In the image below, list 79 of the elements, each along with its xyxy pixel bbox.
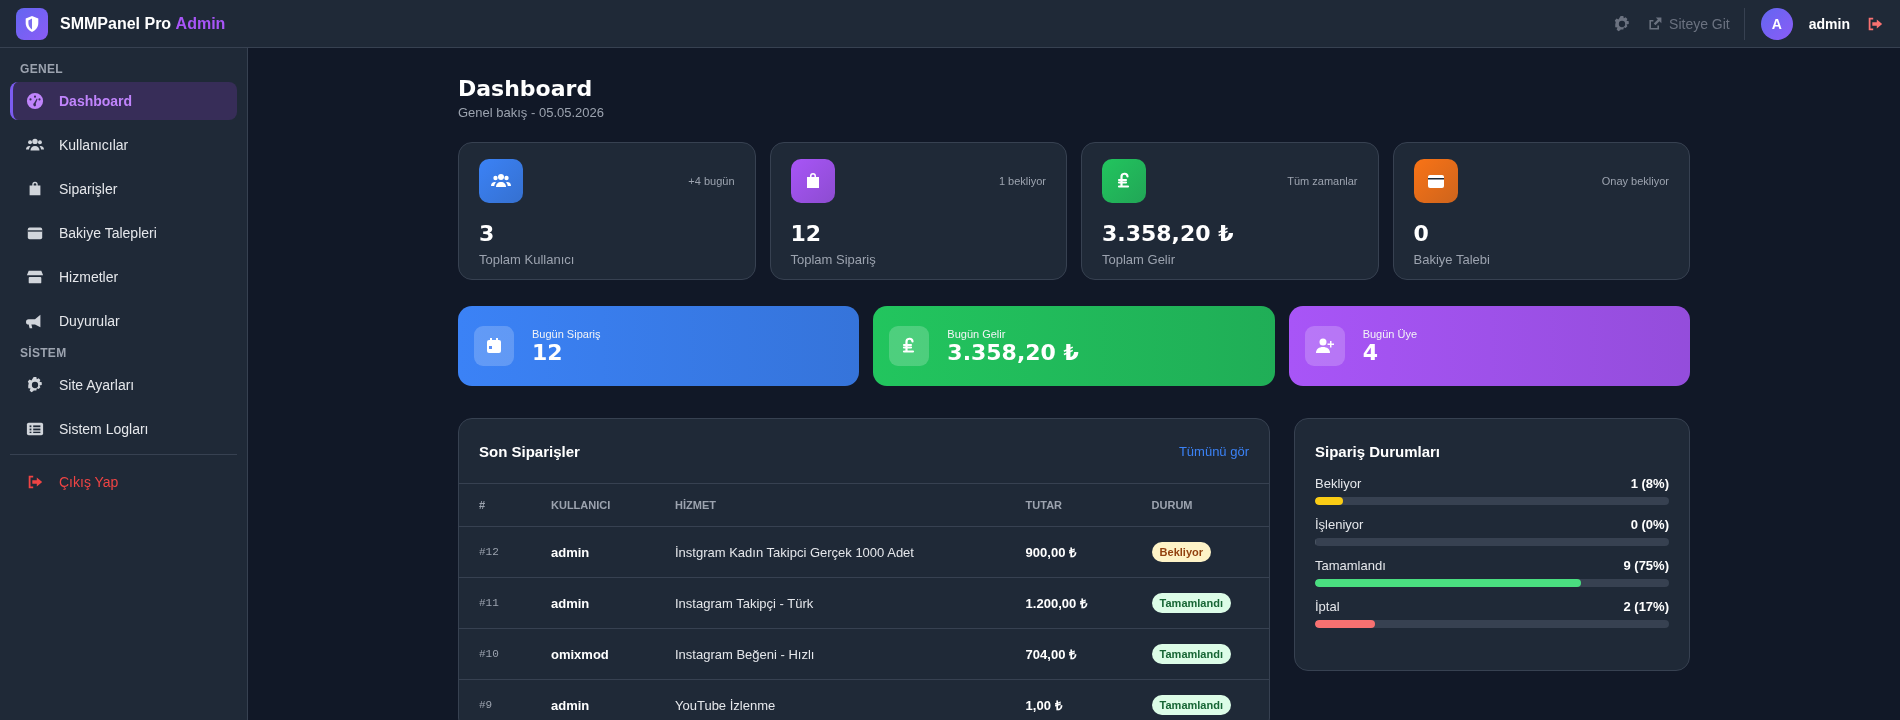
table-cell: Instagram Takipçi - Türk: [674, 577, 1025, 629]
settings-icon: [25, 376, 45, 394]
stat-note: Onay bekliyor: [1601, 175, 1669, 187]
status-label: Tamamlandı: [1315, 558, 1386, 573]
stat-value: 12: [790, 221, 823, 246]
column-header: #: [459, 484, 550, 527]
today-value: 4: [1362, 339, 1378, 365]
stat-note: Tüm zamanlar: [1287, 175, 1358, 187]
external-link-icon: [1647, 15, 1664, 32]
table-cell: #11: [459, 577, 550, 629]
stat-value: 3: [479, 221, 496, 246]
stat-label: Toplam Sipariş: [790, 252, 877, 267]
page-subtitle: Genel bakış - 05.05.2026: [458, 105, 605, 120]
stat-label: Toplam Kullanıcı: [479, 252, 576, 267]
panel-title: Sipariş Durumları: [1315, 443, 1442, 460]
status-label: İptal: [1315, 599, 1340, 614]
table-cell: admin: [550, 679, 674, 720]
stat-note: 1 bekliyor: [998, 175, 1046, 187]
status-count: 0 (0%): [1630, 517, 1669, 532]
table-cell: 1.200,00 ₺: [1024, 577, 1151, 629]
store-icon: [25, 268, 45, 286]
user-name: admin: [1808, 15, 1850, 32]
page-title: Dashboard: [458, 76, 594, 101]
table-cell: admin: [550, 526, 674, 578]
panel-title: Son Siparişler: [479, 442, 580, 460]
table-cell: #12: [459, 526, 550, 578]
status-count: 2 (17%): [1623, 599, 1669, 614]
brand-name: SMMPanel Pro Admin: [60, 14, 226, 33]
column-header: HİZMET: [674, 484, 1025, 527]
table-cell: İnstgram Kadın Takipci Gerçek 1000 Adet: [674, 526, 1025, 578]
logout-link[interactable]: Çıkış Yap: [10, 463, 237, 501]
list-icon: [25, 420, 45, 438]
section-title: SİSTEM: [19, 346, 68, 360]
table-cell: admin: [550, 577, 674, 629]
today-label: Bugün Gelir: [947, 327, 1007, 340]
status-badge: Tamamlandı: [1151, 644, 1231, 664]
table-cell: Instagram Beğeni - Hızlı: [674, 628, 1025, 680]
sidebar-item[interactable]: Site Ayarları: [10, 366, 237, 404]
table-cell: 1,00 ₺: [1024, 679, 1151, 720]
table-cell: omixmod: [550, 628, 674, 680]
status-badge: Tamamlandı: [1151, 593, 1231, 613]
status-label: İşleniyor: [1315, 517, 1364, 532]
avatar[interactable]: A: [1760, 7, 1793, 40]
status-label: Bekliyor: [1315, 476, 1362, 491]
sidebar-item[interactable]: Bakiye Talepleri: [10, 214, 237, 252]
table-cell: #9: [459, 679, 550, 720]
status-count: 9 (75%): [1623, 558, 1669, 573]
table-cell: 704,00 ₺: [1024, 628, 1151, 680]
column-header: TUTAR: [1024, 484, 1151, 527]
table-cell: 900,00 ₺: [1024, 526, 1151, 578]
shield-icon: [23, 14, 41, 33]
today-label: Bugün Üye: [1362, 327, 1418, 340]
table-cell: #10: [459, 628, 550, 680]
stat-label: Bakiye Talebi: [1413, 252, 1491, 267]
stat-value: 3.358,20 ₺: [1102, 221, 1235, 246]
stat-value: 0: [1413, 221, 1430, 246]
column-header: DURUM: [1150, 484, 1269, 527]
section-title: GENEL: [19, 62, 64, 76]
sidebar-item[interactable]: Dashboard: [10, 82, 237, 120]
status-count: 1 (8%): [1630, 476, 1669, 491]
status-badge: Bekliyor: [1151, 542, 1211, 562]
status-badge: Tamamlandı: [1151, 695, 1231, 715]
table-cell: YouTube İzlenme: [674, 679, 1025, 720]
sidebar-item[interactable]: Duyurular: [10, 302, 237, 340]
sidebar-item[interactable]: Sistem Logları: [10, 410, 237, 448]
view-all-link[interactable]: Tümünü gör: [1178, 443, 1249, 459]
stat-label: Toplam Gelir: [1102, 252, 1176, 267]
stat-note: +4 bugün: [688, 175, 735, 187]
gauge-icon: [25, 92, 45, 110]
today-label: Bugün Sipariş: [532, 327, 601, 340]
today-value: 3.358,20 ₺: [947, 339, 1079, 365]
sidebar-item[interactable]: Hizmetler: [10, 258, 237, 296]
sidebar-item[interactable]: Siparişler: [10, 170, 237, 208]
settings-icon: [1613, 14, 1632, 33]
user-plus-icon: [1314, 336, 1335, 356]
calendar-icon: [484, 336, 504, 356]
sidebar-item[interactable]: Kullanıcılar: [10, 126, 237, 164]
today-value: 12: [532, 339, 563, 365]
column-header: KULLANICI: [550, 484, 674, 527]
